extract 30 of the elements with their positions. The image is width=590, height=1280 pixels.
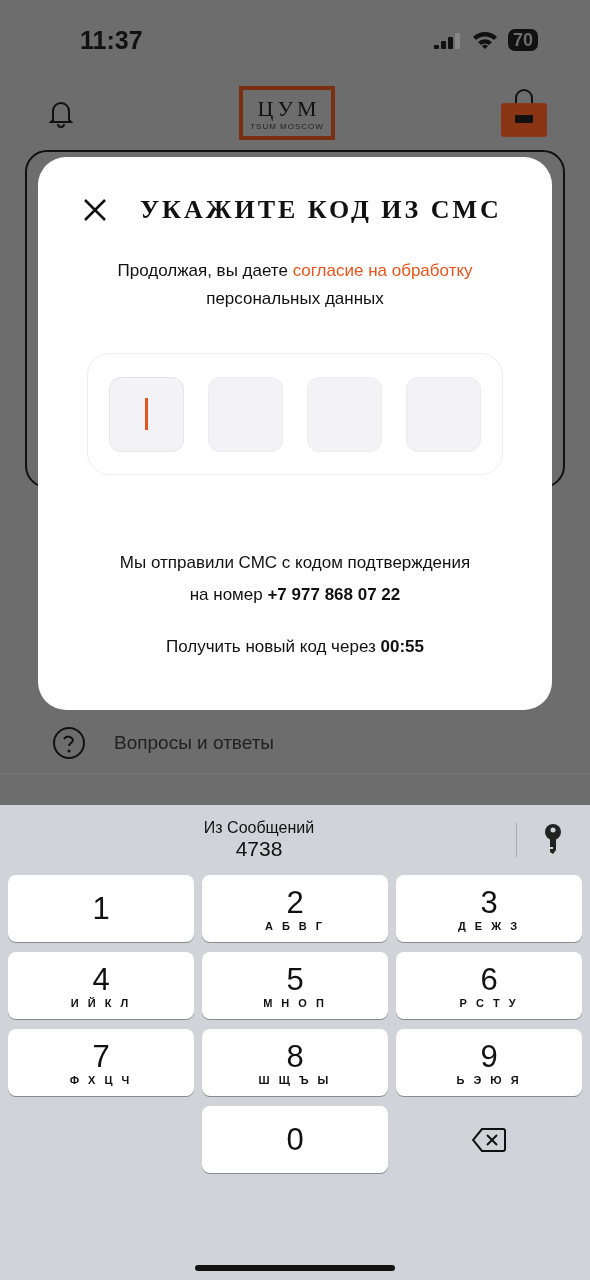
keypad-key[interactable]: 5 М Н О П <box>202 952 388 1019</box>
keypad-key[interactable]: 1 <box>8 875 194 942</box>
key-icon[interactable] <box>542 823 564 857</box>
keypad-key[interactable]: 3 Д Е Ж З <box>396 875 582 942</box>
status-time: 11:37 <box>80 25 143 55</box>
dialog-title: УКАЖИТЕ КОД ИЗ СМС <box>140 195 502 225</box>
keypad-key[interactable]: 6 Р С Т У <box>396 952 582 1019</box>
consent-text: Продолжая, вы даете согласие на обработку персональных данных <box>117 260 473 310</box>
keypad-key[interactable]: 7 Ф Х Ц Ч <box>8 1029 194 1096</box>
logo-letter: У <box>277 95 293 122</box>
keypad-key[interactable]: 0 <box>202 1106 388 1173</box>
keypad-key[interactable]: 8 Ш Щ Ъ Ы <box>202 1029 388 1096</box>
consent-link[interactable]: согласие на обработку <box>292 261 473 280</box>
sent-message: Мы отправили СМС с кодом подтверждения на номер +7 977 868 07 22 <box>119 552 471 606</box>
logo-tagline: TSUM MOSCOW <box>250 121 324 131</box>
wifi-icon <box>471 31 498 49</box>
code-input-field[interactable] <box>109 376 184 452</box>
question-icon[interactable] <box>52 726 86 760</box>
logo-letter: М <box>296 95 317 122</box>
backspace-icon[interactable] <box>472 1126 506 1153</box>
logo-letter: Ц <box>257 95 274 122</box>
resend-timer: Получить новый код через 00:55 <box>166 637 424 657</box>
shopping-bag-icon[interactable] <box>500 89 548 137</box>
battery-level: 70 <box>507 29 538 51</box>
keypad-key[interactable]: 2 А Б В Г <box>202 875 388 942</box>
close-button[interactable] <box>82 197 108 223</box>
signal-icon <box>433 31 462 49</box>
keypad-key[interactable]: 9 Ь Э Ю Я <box>396 1029 582 1096</box>
keypad-key[interactable]: 4 И Й К Л <box>8 952 194 1019</box>
code-suggestion[interactable]: Из Сообщений 4738 <box>194 819 324 861</box>
